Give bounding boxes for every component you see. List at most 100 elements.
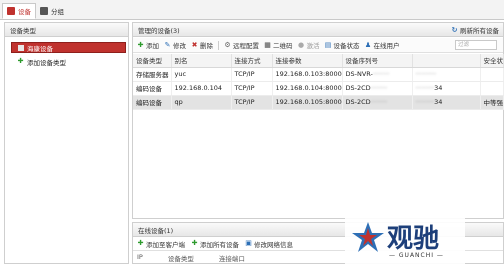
- activate-button[interactable]: ● 激活: [298, 40, 320, 50]
- column-header[interactable]: 设备类型: [168, 253, 194, 263]
- edit-icon: ✎: [164, 40, 171, 49]
- table-row[interactable]: 存储服务器 yuc TCP/IP 192.168.0.103:8000 DS-N…: [133, 67, 504, 82]
- hik-device-icon: [18, 44, 24, 51]
- serial-tail: 34: [434, 84, 443, 92]
- serial-prefix: DS-2CD: [345, 84, 371, 92]
- refresh-icon: ↻: [451, 25, 458, 34]
- serial-redacted: ········: [372, 70, 390, 78]
- activate-label: 激活: [306, 42, 320, 50]
- delete-button[interactable]: ✖ 删除: [191, 40, 213, 50]
- status-icon: ▤: [324, 40, 332, 49]
- toolbar-divider: [218, 40, 219, 50]
- add-all-devices-label: 添加所有设备: [200, 240, 239, 249]
- cell-connection: TCP/IP: [231, 95, 273, 110]
- cell-connection: TCP/IP: [231, 67, 273, 82]
- serial-redacted: ········: [370, 98, 388, 106]
- plus-icon: ✚: [191, 239, 198, 247]
- column-header[interactable]: 安全状: [480, 54, 504, 68]
- tab-groups-label: 分组: [51, 8, 64, 16]
- serial-redacted: ·········: [415, 84, 435, 92]
- column-header[interactable]: IP: [137, 253, 143, 263]
- star-logo-icon: [352, 222, 384, 252]
- device-type-item-label: 添加设备类型: [27, 58, 66, 67]
- serial-redacted: ··········: [415, 70, 437, 78]
- cell-serial: DS-NVR-········: [342, 67, 413, 82]
- device-type-item-hik[interactable]: 海康设备: [11, 42, 126, 53]
- device-type-panel: 设备类型 海康设备 ✚ 添加设备类型: [4, 22, 129, 264]
- device-tab-icon: [7, 7, 15, 15]
- tab-groups[interactable]: 分组: [36, 3, 68, 19]
- serial-prefix: DS-NVR-: [345, 70, 373, 78]
- tab-devices-label: 设备: [18, 8, 31, 16]
- cell-device-type: 存储服务器: [133, 67, 172, 82]
- watermark-brand: 观驰: [387, 224, 440, 254]
- cell-connection: TCP/IP: [231, 81, 273, 96]
- remote-config-label: 远程配置: [233, 42, 259, 50]
- cell-params: 192.168.0.104:8000: [272, 81, 343, 96]
- filter-input[interactable]: 过滤: [455, 40, 497, 50]
- qrcode-button[interactable]: ▦ 二维码: [264, 40, 292, 50]
- modify-network-label: 修改网络信息: [254, 240, 293, 249]
- delete-icon: ✖: [191, 40, 198, 49]
- edit-button[interactable]: ✎ 修改: [164, 40, 186, 50]
- refresh-all-button[interactable]: ↻ 刷新所有设备: [451, 25, 499, 35]
- add-to-client-button[interactable]: ✚ 添加至客户端: [137, 239, 185, 249]
- column-header[interactable]: 连接方式: [231, 54, 273, 68]
- cell-device-type: 编码设备: [133, 95, 172, 110]
- watermark: 观驰 — GUANCHI —: [345, 212, 465, 264]
- online-users-label: 在线用户: [373, 42, 400, 50]
- device-type-header: 设备类型: [5, 23, 128, 37]
- column-header[interactable]: 别名: [171, 54, 232, 68]
- column-header[interactable]: 设备类型: [133, 54, 172, 68]
- cell-serial: DS-2CD········: [342, 81, 413, 96]
- device-status-button[interactable]: ▤ 设备状态: [325, 40, 360, 50]
- device-type-item-add[interactable]: ✚ 添加设备类型: [11, 56, 126, 67]
- serial-redacted: ········: [370, 84, 388, 92]
- top-tab-bar: 设备 分组: [0, 0, 504, 20]
- cell-security: 中等强: [480, 95, 504, 110]
- qrcode-icon: ▦: [264, 40, 271, 49]
- remote-config-button[interactable]: ⚙ 远程配置: [224, 40, 259, 50]
- table-header-row: 设备类型 别名 连接方式 连接参数 设备序列号 安全状: [133, 54, 504, 68]
- modify-network-button[interactable]: ▣ 修改网络信息: [245, 239, 293, 249]
- managed-devices-title: 管理的设备(3): [138, 26, 180, 35]
- table-row[interactable]: 编码设备 192.168.0.104 TCP/IP 192.168.0.104:…: [133, 81, 504, 96]
- plus-icon: ✚: [137, 40, 144, 49]
- managed-devices-header: 管理的设备(3) ↻ 刷新所有设备: [133, 23, 503, 37]
- gear-icon: ⚙: [224, 40, 231, 49]
- column-header[interactable]: 设备序列号: [342, 54, 413, 68]
- device-status-label: 设备状态: [333, 42, 360, 50]
- cell-params: 192.168.0.105:8000: [272, 95, 343, 110]
- cell-params: 192.168.0.103:8000: [272, 67, 343, 82]
- serial-prefix: DS-2CD: [345, 98, 371, 106]
- watermark-sub: — GUANCHI —: [389, 252, 444, 259]
- plus-icon: ✚: [137, 239, 144, 247]
- network-icon: ▣: [245, 239, 252, 247]
- add-all-devices-button[interactable]: ✚ 添加所有设备: [191, 239, 239, 249]
- column-header[interactable]: 连接端口: [219, 253, 245, 263]
- add-to-client-label: 添加至客户端: [146, 240, 185, 249]
- managed-device-table: 设备类型 别名 连接方式 连接参数 设备序列号 安全状 存储服务器 yuc TC…: [133, 54, 504, 110]
- add-label: 添加: [146, 42, 159, 50]
- cell-security: [480, 67, 504, 82]
- serial-redacted: ·········: [415, 98, 435, 106]
- table-row-selected[interactable]: 编码设备 qp TCP/IP 192.168.0.105:8000 DS-2CD…: [133, 95, 504, 110]
- device-type-title: 设备类型: [10, 26, 36, 35]
- cell-serial-tail: ·········34: [412, 81, 481, 96]
- cell-alias: 192.168.0.104: [171, 81, 232, 96]
- group-tab-icon: [40, 7, 48, 15]
- online-users-button[interactable]: ♟ 在线用户: [365, 40, 400, 50]
- cell-alias: qp: [171, 95, 232, 110]
- column-header[interactable]: 连接参数: [272, 54, 343, 68]
- cell-serial: DS-2CD········: [342, 95, 413, 110]
- tab-devices[interactable]: 设备: [2, 3, 36, 19]
- column-header[interactable]: [412, 54, 481, 68]
- delete-label: 删除: [200, 42, 213, 50]
- add-button[interactable]: ✚ 添加: [137, 40, 159, 50]
- device-type-item-label: 海康设备: [27, 44, 53, 53]
- edit-label: 修改: [173, 42, 186, 50]
- cell-serial-tail: ·········34: [412, 95, 481, 110]
- cell-security: [480, 81, 504, 96]
- online-devices-title: 在线设备(1): [138, 226, 174, 235]
- refresh-all-label: 刷新所有设备: [460, 27, 499, 35]
